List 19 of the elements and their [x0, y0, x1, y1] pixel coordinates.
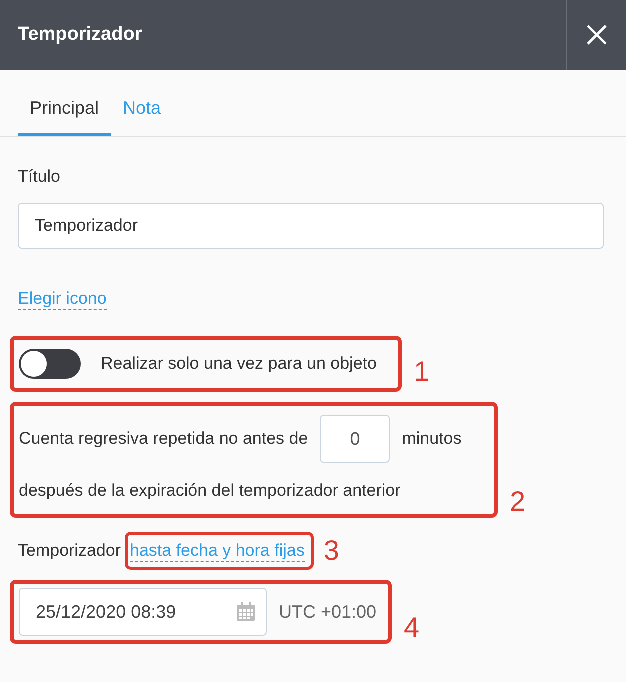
callout-number: 1 — [414, 358, 430, 386]
close-icon — [586, 24, 608, 46]
callout-number: 2 — [510, 488, 526, 516]
field-label: Título — [18, 167, 62, 187]
timer-label: Temporizador — [18, 541, 121, 562]
calendar-icon — [236, 602, 256, 622]
repeat-text: Cuenta regresiva repetida no antes de — [19, 429, 308, 450]
timezone-text: UTC +01:00 — [279, 602, 377, 623]
minutes-unit: minutos — [402, 429, 462, 450]
tab[interactable]: Principal — [18, 70, 112, 136]
toggle-label: Realizar solo una vez para un objeto — [101, 354, 377, 374]
repeat-text: después de la expiración del temporizador anterior — [19, 481, 402, 502]
callout-number: 3 — [324, 537, 340, 566]
callout-number: 4 — [404, 614, 420, 642]
minutes-field[interactable]: 0 — [320, 415, 390, 464]
window-title: Temporizador — [18, 24, 142, 46]
datetime-field[interactable]: 25/12/2020 08:39 — [19, 588, 267, 636]
toggle-switch[interactable] — [19, 349, 81, 380]
title-field[interactable]: Temporizador — [18, 203, 604, 249]
